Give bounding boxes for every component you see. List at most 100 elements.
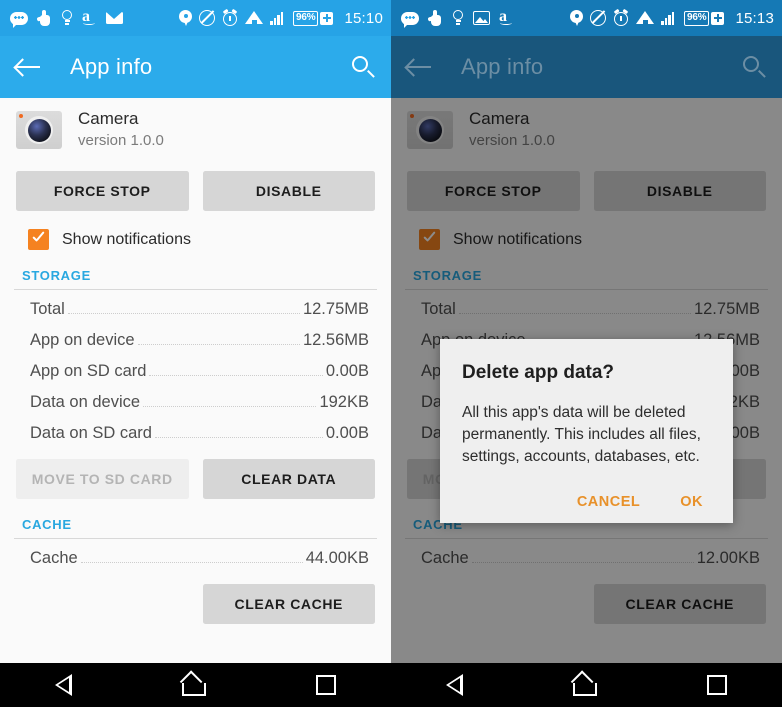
storage-section-header: STORAGE [413,268,482,283]
nav-recents-icon[interactable] [707,675,727,695]
leader-dots [149,374,323,376]
row-value: 192KB [319,393,369,411]
show-notifications-label: Show notifications [62,230,191,248]
storage-buttons: MOVE TO SD CARD CLEAR DATA [0,449,391,499]
cellular-signal-icon [270,11,286,25]
battery-percent-label: 96% [296,12,316,23]
touch-hand-icon [36,9,52,27]
alarm-clock-icon [222,8,238,26]
system-navigation-bar-right [391,663,782,707]
cache-buttons: CLEAR CACHE [0,574,391,624]
do-not-disturb-icon [199,10,216,26]
camera-indicator-dot-icon [19,114,23,118]
envelope-icon [106,12,123,24]
leader-dots [154,436,323,438]
row-label: Total [421,300,456,318]
camera-lens-icon [416,116,444,144]
back-arrow-icon[interactable] [13,57,42,77]
row-label: Data on SD card [30,424,152,442]
app-name: Camera [78,109,139,128]
cache-rows: Cache 44.00KB [0,539,391,574]
leader-dots [80,561,303,563]
row-value: 12.75MB [302,300,369,318]
show-notifications-row[interactable]: Show notifications [0,211,391,250]
row-label: Cache [30,549,78,567]
search-icon[interactable] [351,55,375,79]
nav-home-icon[interactable] [570,670,597,696]
dialog-ok-button[interactable]: OK [674,493,709,511]
storage-section: STORAGE Total 12.75MB App on device 12.5… [0,268,391,499]
status-bar-clock: 15:10 [344,9,383,27]
nav-home-icon[interactable] [179,670,206,696]
touch-hand-icon [427,9,443,27]
app-header: Camera version 1.0.0 [391,98,782,150]
app-action-buttons: FORCE STOP DISABLE [391,150,782,211]
row-label: Cache [421,549,469,567]
status-bar-clock: 15:13 [735,9,774,27]
delete-app-data-dialog: Delete app data? All this app's data wil… [440,339,733,523]
chat-bubble-icon [10,11,28,28]
row-label: App on device [30,331,135,349]
amazon-icon: a [499,8,514,27]
clear-cache-button: CLEAR CACHE [593,584,766,624]
row-value: 12.75MB [693,300,760,318]
do-not-disturb-icon [590,10,607,26]
show-notifications-row: Show notifications [391,211,782,250]
table-row: Data on SD card 0.00B [0,418,391,449]
dialog-actions: CANCEL OK [462,493,711,511]
search-icon[interactable] [742,55,766,79]
leader-dots [143,405,317,407]
disable-button: DISABLE [593,171,766,211]
cache-rows: Cache 12.00KB [391,539,782,574]
storage-rows: Total 12.75MB App on device 12.56MB App … [0,290,391,449]
page-title: App info [461,54,544,79]
clear-cache-button[interactable]: CLEAR CACHE [202,584,375,624]
row-value: 12.56MB [302,331,369,349]
app-bar-right: App info [391,36,782,98]
leader-dots [137,343,300,345]
chat-bubble-icon [401,11,419,28]
app-name: Camera [469,109,530,128]
move-to-sd-card-button: MOVE TO SD CARD [16,459,189,499]
location-pin-icon [179,9,193,27]
page-title: App info [70,54,153,79]
lightbulb-icon [452,9,464,27]
status-bar-left: a 96% 15:10 [0,0,391,36]
leader-dots [458,312,691,314]
dialog-title: Delete app data? [462,362,615,383]
back-arrow-icon[interactable] [404,57,433,77]
nav-back-icon[interactable] [446,674,463,696]
status-bar-notification-icons: a [10,8,123,28]
app-bar-left: App info [0,36,391,98]
clear-data-button[interactable]: CLEAR DATA [202,459,375,499]
status-bar-notification-icons: a [401,8,514,28]
force-stop-button[interactable]: FORCE STOP [16,171,189,211]
show-notifications-checkbox [419,229,440,250]
row-label: Data on device [30,393,141,411]
table-row: Total 12.75MB [0,294,391,325]
app-action-buttons: FORCE STOP DISABLE [0,150,391,211]
cellular-signal-icon [661,11,677,25]
dialog-cancel-button[interactable]: CANCEL [571,493,646,511]
camera-app-icon [16,111,62,149]
phone-screen-left: a 96% 15:10 App info Camera version 1.0.… [0,0,391,707]
alarm-clock-icon [613,8,629,26]
nav-back-icon[interactable] [55,674,72,696]
wifi-icon [636,11,655,25]
disable-button[interactable]: DISABLE [202,171,375,211]
cache-section: CACHE Cache 44.00KB CLEAR CACHE [0,517,391,624]
battery-charging-plus-icon [320,11,334,25]
camera-app-icon [407,111,453,149]
cache-buttons: CLEAR CACHE [391,574,782,624]
location-pin-icon [570,9,584,27]
cache-section-header: CACHE [22,517,72,532]
show-notifications-label: Show notifications [453,230,582,248]
force-stop-button: FORCE STOP [407,171,580,211]
show-notifications-checkbox[interactable] [28,229,49,250]
nav-recents-icon[interactable] [316,675,336,695]
battery-icon: 96% [293,10,334,26]
table-row: App on SD card 0.00B [0,356,391,387]
app-identity: Camera version 1.0.0 [469,109,555,150]
cache-section: CACHE Cache 12.00KB CLEAR CACHE [391,517,782,624]
row-value: 0.00B [325,424,369,442]
